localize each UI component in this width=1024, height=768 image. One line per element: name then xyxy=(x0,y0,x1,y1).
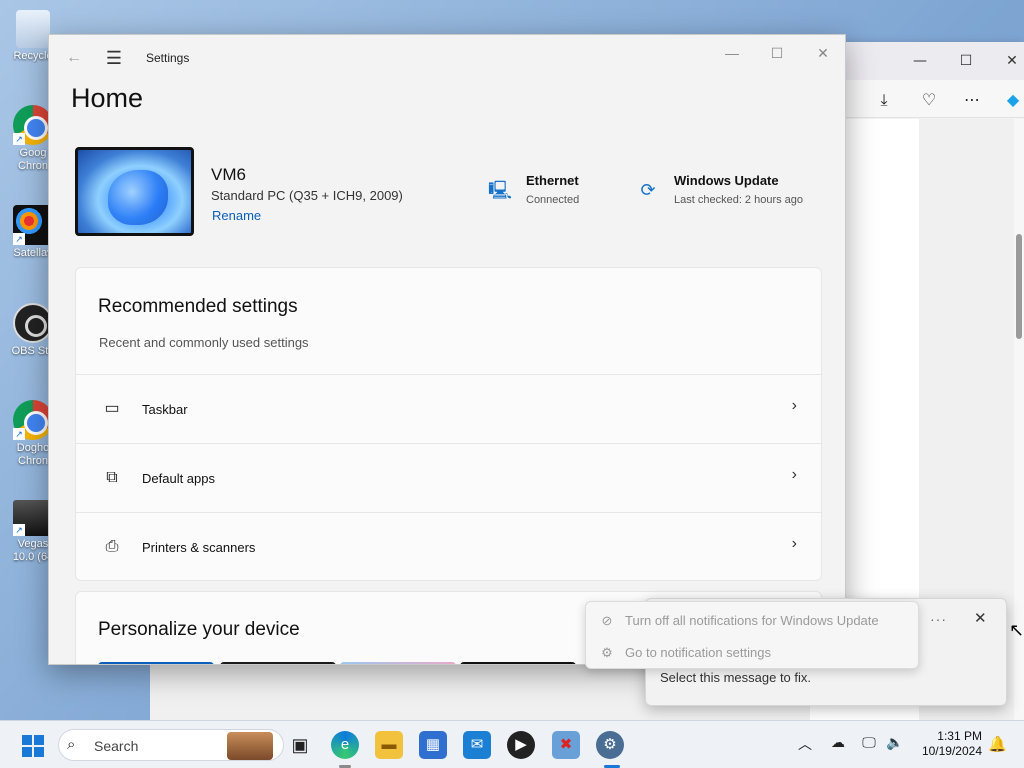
search-icon: ⌕ xyxy=(67,736,76,753)
windows-update-subtitle: Last checked: 2 hours ago xyxy=(674,194,804,206)
settings-item-printers-scanners[interactable]: ⎙ Printers & scanners › xyxy=(76,512,821,581)
settings-item-taskbar[interactable]: ▭ Taskbar › xyxy=(76,374,821,443)
vegas-icon: ↗ xyxy=(13,500,53,536)
file-explorer-icon[interactable]: ▬ xyxy=(375,731,403,759)
settings-titlebar: ← ☰ Settings — ☐ ✕ xyxy=(49,35,845,81)
theme-thumbnail[interactable] xyxy=(340,662,456,664)
maximize-icon[interactable]: ☐ xyxy=(954,51,978,71)
recommended-settings-title: Recommended settings xyxy=(98,296,298,317)
notification-context-menu: ⊘ Turn off all notifications for Windows … xyxy=(585,601,919,669)
back-arrow-icon[interactable]: ← xyxy=(63,47,85,69)
mail-icon[interactable]: ✉ xyxy=(463,731,491,759)
minimize-icon[interactable]: — xyxy=(717,41,747,65)
clock-date: 10/19/2024 xyxy=(921,744,982,758)
minimize-icon[interactable]: — xyxy=(908,51,932,71)
taskbar-search[interactable]: ⌕ Search xyxy=(58,729,284,761)
theme-thumbnail[interactable] xyxy=(98,662,214,664)
more-options-icon[interactable]: ··· xyxy=(930,611,947,627)
mouse-cursor-icon: ↖ xyxy=(1009,620,1024,641)
edge-icon[interactable]: e xyxy=(331,731,359,759)
browser-essentials-icon[interactable]: ♡ xyxy=(918,89,940,111)
app-title: Settings xyxy=(146,51,190,65)
media-player-icon[interactable]: ▶ xyxy=(507,731,535,759)
close-icon[interactable]: ✕ xyxy=(808,41,838,65)
chrome-icon: ↗ xyxy=(13,105,53,145)
recycle-bin-icon xyxy=(16,10,50,48)
network-icon[interactable]: 🖵 xyxy=(858,734,880,751)
menu-item-turn-off-notifications[interactable]: ⊘ Turn off all notifications for Windows … xyxy=(598,609,879,633)
recommended-settings-card: Recommended settings Recent and commonly… xyxy=(75,267,822,581)
menu-item-notification-settings[interactable]: ⚙ Go to notification settings xyxy=(598,641,771,665)
maximize-icon[interactable]: ☐ xyxy=(762,41,792,65)
volume-icon[interactable]: 🔈 xyxy=(884,734,906,751)
satellavision-icon: ↗ xyxy=(13,205,53,245)
task-view-icon[interactable]: ▣ xyxy=(286,731,314,759)
settings-item-label: Default apps xyxy=(142,471,215,486)
onedrive-icon[interactable]: ☁ xyxy=(827,734,849,751)
close-icon[interactable]: ✕ xyxy=(974,609,987,627)
ethernet-subtitle: Connected xyxy=(526,194,580,206)
microsoft-store-icon[interactable]: ▦ xyxy=(419,731,447,759)
chevron-right-icon: › xyxy=(791,397,797,414)
taskbar-icon: ▭ xyxy=(104,400,120,417)
theme-thumbnail[interactable] xyxy=(220,662,336,664)
ethernet-icon: 🖳 xyxy=(487,180,512,200)
recommended-settings-subtitle: Recent and commonly used settings xyxy=(99,335,309,350)
ethernet-title: Ethernet xyxy=(526,173,579,188)
more-options-icon[interactable]: ⋯ xyxy=(961,89,983,111)
page-title: Home xyxy=(71,83,144,113)
chevron-up-icon[interactable]: ︿ xyxy=(794,734,816,754)
clock[interactable]: 1:31 PM 10/19/2024 xyxy=(912,729,982,759)
taskbar: ⌕ Search ▣ e ▬ ▦ ✉ ▶ ✖ ⚙ ︿ ☁ 🖵 🔈 1:31 PM… xyxy=(0,720,1024,768)
block-icon: ⊘ xyxy=(601,613,613,628)
default-apps-icon: ⧉ xyxy=(106,469,118,486)
scrollbar-thumb[interactable] xyxy=(1016,234,1022,339)
download-icon[interactable]: ⤓ xyxy=(873,89,895,111)
clock-time: 1:31 PM xyxy=(937,729,982,743)
notification-message[interactable]: Select this message to fix. xyxy=(660,670,811,685)
settings-item-label: Printers & scanners xyxy=(142,540,256,555)
chevron-right-icon: › xyxy=(791,466,797,483)
device-description: Standard PC (Q35 + ICH9, 2009) xyxy=(211,188,403,203)
search-label: Search xyxy=(94,738,139,754)
obs-icon xyxy=(13,303,53,343)
notification-bell-icon[interactable]: 🔔 xyxy=(988,735,1007,753)
rename-link[interactable]: Rename xyxy=(212,208,261,223)
personalize-title: Personalize your device xyxy=(98,619,300,640)
chrome-icon: ↗ xyxy=(13,400,53,440)
printer-icon: ⎙ xyxy=(105,538,119,555)
settings-gear-icon[interactable]: ⚙ xyxy=(596,731,624,759)
windows-update-title: Windows Update xyxy=(674,173,779,188)
hamburger-menu-icon[interactable]: ☰ xyxy=(103,47,125,69)
gear-icon: ⚙ xyxy=(601,645,613,660)
device-name: VM6 xyxy=(211,165,246,184)
chevron-right-icon: › xyxy=(791,535,797,552)
settings-item-label: Taskbar xyxy=(142,402,188,417)
close-icon[interactable]: ✕ xyxy=(1000,51,1024,71)
settings-item-default-apps[interactable]: ⧉ Default apps › xyxy=(76,443,821,512)
settings-window[interactable]: ← ☰ Settings — ☐ ✕ Home VM6 Standard PC … xyxy=(48,34,846,665)
start-button[interactable] xyxy=(22,735,44,757)
theme-thumbnail[interactable] xyxy=(460,662,576,664)
network-tool-icon[interactable]: ✖ xyxy=(552,731,580,759)
device-wallpaper-thumbnail xyxy=(75,147,194,236)
search-highlight-icon xyxy=(227,732,273,760)
copilot-icon[interactable]: ◆ xyxy=(1002,89,1024,111)
windows-update-icon: ⟳ xyxy=(640,180,656,200)
